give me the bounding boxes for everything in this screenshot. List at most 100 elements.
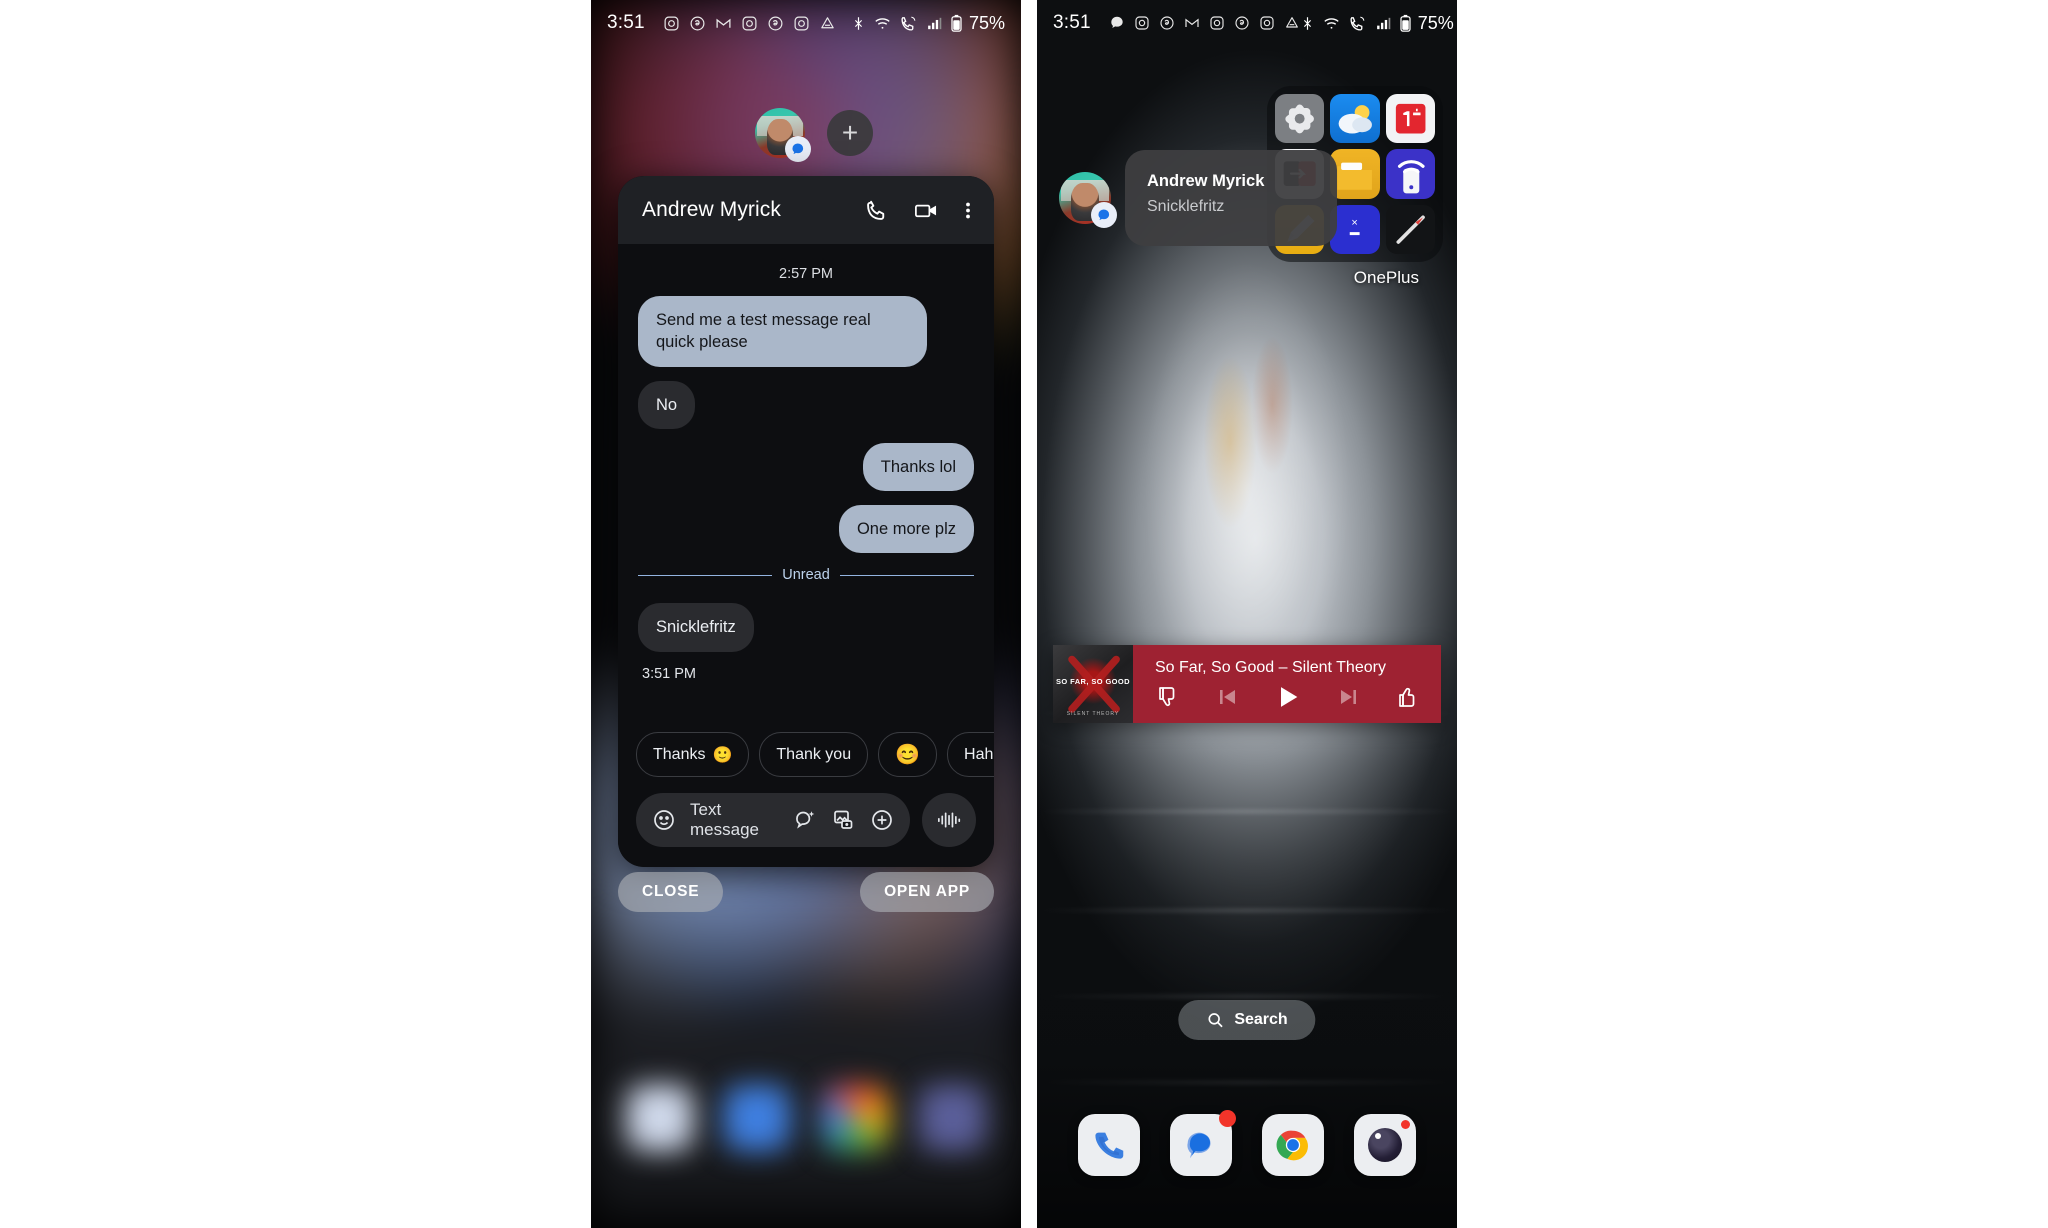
notification-card[interactable]: Andrew Myrick Snicklefritz: [1125, 150, 1337, 246]
left-phone-screen: 3:51 75% + Andrew Myrick 2:57 PM Send me…: [591, 0, 1021, 1228]
blurred-app-icon: [919, 1085, 986, 1151]
close-button[interactable]: CLOSE: [618, 872, 724, 912]
plus-circle-icon[interactable]: [870, 808, 894, 832]
message-row: Send me a test message real quick please: [638, 296, 974, 367]
suggestion-chip-thank-you[interactable]: Thank you: [759, 732, 869, 777]
instagram-icon: [1209, 15, 1225, 31]
blurred-app-icon: [821, 1085, 888, 1151]
message-row: Snicklefritz: [638, 603, 974, 652]
suggestion-chip-thanks[interactable]: Thanks 🙂: [636, 732, 750, 777]
blurred-dock: [591, 1048, 1021, 1228]
camera-app-icon[interactable]: [1354, 1114, 1416, 1176]
suggestion-chip-emoji[interactable]: 😊: [878, 732, 938, 777]
signal-icon: [1374, 15, 1393, 32]
thumbs-up-icon[interactable]: [1395, 685, 1421, 709]
right-status-bar: 3:51 75%: [1037, 0, 1457, 46]
open-app-button[interactable]: OPEN APP: [860, 872, 994, 912]
left-status-bar: 3:51 75%: [591, 0, 1021, 46]
chat-icon: [1109, 15, 1125, 31]
search-bar[interactable]: Search: [1178, 1000, 1316, 1040]
smart-reply-icon[interactable]: [793, 808, 817, 832]
message-bubble-incoming[interactable]: Send me a test message real quick please: [638, 296, 927, 367]
battery-percent: 75%: [1417, 12, 1454, 33]
message-row: No: [638, 380, 974, 429]
status-system-icons: 75%: [1300, 13, 1454, 34]
instagram-icon: [1259, 15, 1275, 31]
right-phone-screen: 3:51 75% × OnePlus Andrew Myrick Snickle…: [1037, 0, 1457, 1228]
search-label: Search: [1234, 1011, 1288, 1028]
message-timestamp: 2:57 PM: [779, 266, 833, 282]
compass-app-icon[interactable]: [1385, 204, 1435, 254]
signal-icon: [925, 15, 944, 32]
text-message-input[interactable]: Text message: [690, 800, 779, 840]
bluetooth-icon: [1300, 15, 1315, 32]
divider-line-left: [638, 574, 773, 576]
blurred-app-icon: [626, 1085, 693, 1151]
instagram-icon: [741, 15, 758, 32]
add-bubble-button[interactable]: +: [827, 110, 873, 156]
bubble-chat-card: Andrew Myrick 2:57 PM Send me a test mes…: [618, 176, 994, 867]
instagram-icon: [793, 15, 810, 32]
divider-line-right: [839, 574, 974, 576]
status-time: 3:51: [1053, 12, 1091, 33]
google-messages-icon: [785, 136, 811, 162]
more-vert-icon[interactable]: [964, 198, 972, 223]
threads-icon: [767, 15, 784, 32]
emoji-icon[interactable]: [652, 808, 676, 832]
voice-waveform-icon[interactable]: [922, 793, 976, 847]
next-track-icon[interactable]: [1336, 685, 1362, 709]
weather-app-icon[interactable]: [1330, 94, 1380, 144]
phone-app-icon[interactable]: [1078, 1114, 1140, 1176]
status-notification-icons: [1109, 15, 1300, 31]
media-body: So Far, So Good – Silent Theory: [1133, 645, 1441, 723]
gmail-icon: [1184, 15, 1200, 31]
album-art-artist: SILENT THEORY: [1066, 711, 1120, 717]
instagram-icon: [663, 15, 680, 32]
media-track-label: So Far, So Good – Silent Theory: [1155, 659, 1386, 676]
home-dock: [1037, 1110, 1457, 1176]
chat-contact-name: Andrew Myrick: [642, 198, 781, 221]
message-row: One more plz: [638, 505, 974, 554]
notification-heads-up[interactable]: Andrew Myrick Snicklefritz: [1059, 150, 1337, 246]
bubble-avatar-andrew[interactable]: [755, 108, 811, 162]
authenticator-icon: [819, 15, 836, 32]
files-app-icon[interactable]: [1330, 149, 1380, 199]
message-bubble-incoming[interactable]: Snicklefritz: [638, 603, 754, 652]
settings-app-icon[interactable]: [1275, 94, 1325, 144]
status-time: 3:51: [607, 12, 645, 33]
status-notification-icons: [663, 15, 836, 32]
message-bubble-incoming[interactable]: No: [638, 380, 696, 429]
suggestion-chip-haha[interactable]: Haha: [947, 732, 994, 777]
chat-message-list[interactable]: 2:57 PM Send me a test message real quic…: [618, 244, 994, 714]
switch-app-icon[interactable]: [1385, 149, 1435, 199]
wifi-icon: [1322, 15, 1341, 32]
gallery-icon[interactable]: [831, 808, 856, 832]
message-bubble-outgoing[interactable]: Thanks lol: [862, 442, 974, 492]
compose-field[interactable]: Text message: [636, 793, 910, 847]
video-call-icon[interactable]: [913, 198, 940, 223]
message-timestamp: 3:51 PM: [642, 665, 696, 682]
media-player-widget[interactable]: SO FAR, SO GOOD SILENT THEORY So Far, So…: [1053, 645, 1441, 723]
call-icon[interactable]: [864, 198, 889, 223]
message-bubble-outgoing[interactable]: One more plz: [838, 505, 974, 554]
calculator-app-icon[interactable]: ×: [1330, 204, 1380, 254]
google-messages-icon: [1091, 202, 1117, 228]
wifi-calling-icon: [1348, 15, 1367, 32]
notification-preview: Snicklefritz: [1147, 198, 1225, 215]
messages-app-icon[interactable]: [1170, 1110, 1236, 1176]
notification-sender: Andrew Myrick: [1147, 172, 1265, 190]
notification-avatar[interactable]: [1059, 172, 1117, 228]
camera-lens: [1368, 1128, 1402, 1162]
chrome-app-icon[interactable]: [1262, 1114, 1324, 1176]
authenticator-icon: [1284, 15, 1300, 31]
previous-track-icon[interactable]: [1214, 685, 1240, 709]
battery-icon: [1400, 14, 1411, 32]
chat-header: Andrew Myrick: [618, 176, 994, 244]
thumbs-down-icon[interactable]: [1155, 685, 1181, 709]
bubble-action-row: CLOSE OPEN APP: [618, 872, 994, 912]
folder-label: OnePlus: [1353, 268, 1419, 287]
chip-label: Thank you: [776, 745, 852, 763]
play-icon[interactable]: [1273, 683, 1303, 711]
bubble-bar: +: [591, 104, 1021, 162]
oneplus-community-app-icon[interactable]: [1385, 94, 1435, 144]
